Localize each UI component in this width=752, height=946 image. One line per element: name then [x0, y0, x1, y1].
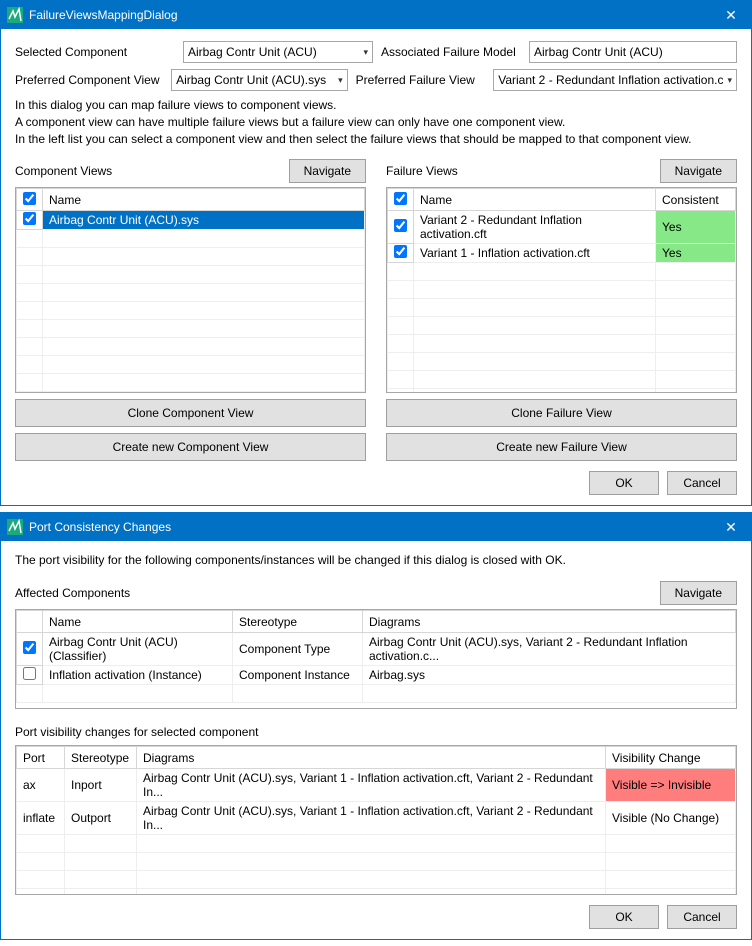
- titlebar[interactable]: Port Consistency Changes ✕: [1, 513, 751, 541]
- associated-failure-model-field[interactable]: Airbag Contr Unit (ACU): [529, 41, 737, 63]
- name-header[interactable]: Name: [414, 189, 656, 211]
- affected-components-label: Affected Components: [15, 586, 660, 600]
- app-icon: [7, 519, 23, 535]
- cancel-button[interactable]: Cancel: [667, 471, 737, 495]
- clone-component-view-button[interactable]: Clone Component View: [15, 399, 366, 427]
- row-checkbox[interactable]: [23, 641, 36, 654]
- navigate-button[interactable]: Navigate: [660, 159, 737, 183]
- table-row[interactable]: Airbag Contr Unit (ACU) (Classifier) Com…: [17, 633, 736, 666]
- row-checkbox[interactable]: [394, 219, 407, 232]
- diagrams-header[interactable]: Diagrams: [363, 611, 736, 633]
- affected-components-table[interactable]: Name Stereotype Diagrams Airbag Contr Un…: [15, 609, 737, 709]
- stereotype-header[interactable]: Stereotype: [233, 611, 363, 633]
- close-icon[interactable]: ✕: [717, 519, 745, 536]
- row-checkbox[interactable]: [394, 245, 407, 258]
- failure-views-label: Failure Views: [386, 164, 660, 178]
- associated-failure-model-label: Associated Failure Model: [381, 45, 521, 59]
- app-icon: [7, 7, 23, 23]
- table-row[interactable]: Variant 2 - Redundant Inflation activati…: [388, 211, 736, 244]
- failure-views-table[interactable]: Name Consistent Variant 2 - Redundant In…: [386, 187, 737, 393]
- selected-component-combo[interactable]: Airbag Contr Unit (ACU)▾: [183, 41, 373, 63]
- port-changes-label: Port visibility changes for selected com…: [15, 725, 737, 739]
- visibility-change-header[interactable]: Visibility Change: [606, 747, 736, 769]
- component-views-table[interactable]: Name Airbag Contr Unit (ACU).sys: [15, 187, 366, 393]
- chevron-down-icon: ▾: [363, 47, 368, 58]
- cancel-button[interactable]: Cancel: [667, 905, 737, 929]
- ok-button[interactable]: OK: [589, 471, 659, 495]
- preferred-component-view-label: Preferred Component View: [15, 73, 163, 87]
- table-row[interactable]: Inflation activation (Instance) Componen…: [17, 666, 736, 685]
- navigate-button[interactable]: Navigate: [289, 159, 366, 183]
- navigate-button[interactable]: Navigate: [660, 581, 737, 605]
- titlebar[interactable]: FailureViewsMappingDialog ✕: [1, 1, 751, 29]
- table-row[interactable]: Airbag Contr Unit (ACU).sys: [17, 211, 365, 230]
- consistent-header[interactable]: Consistent: [656, 189, 736, 211]
- preferred-failure-view-label: Preferred Failure View: [356, 73, 486, 87]
- component-views-label: Component Views: [15, 164, 289, 178]
- clone-failure-view-button[interactable]: Clone Failure View: [386, 399, 737, 427]
- selected-component-label: Selected Component: [15, 45, 175, 59]
- port-header[interactable]: Port: [17, 747, 65, 769]
- chevron-down-icon: ▾: [338, 75, 343, 86]
- port-consistency-changes-dialog: Port Consistency Changes ✕ The port visi…: [0, 512, 752, 940]
- diagrams-header[interactable]: Diagrams: [137, 747, 606, 769]
- preferred-component-view-combo[interactable]: Airbag Contr Unit (ACU).sys▾: [171, 69, 348, 91]
- table-row[interactable]: ax Inport Airbag Contr Unit (ACU).sys, V…: [17, 769, 736, 802]
- intro-text: The port visibility for the following co…: [15, 553, 737, 567]
- chevron-down-icon: ▾: [727, 75, 732, 86]
- create-failure-view-button[interactable]: Create new Failure View: [386, 433, 737, 461]
- dialog-title: FailureViewsMappingDialog: [29, 8, 717, 22]
- close-icon[interactable]: ✕: [717, 7, 745, 24]
- port-visibility-table[interactable]: Port Stereotype Diagrams Visibility Chan…: [15, 745, 737, 895]
- select-all-checkbox[interactable]: [394, 192, 407, 205]
- table-row[interactable]: inflate Outport Airbag Contr Unit (ACU).…: [17, 802, 736, 835]
- row-checkbox[interactable]: [23, 667, 36, 680]
- preferred-failure-view-combo[interactable]: Variant 2 - Redundant Inflation activati…: [493, 69, 737, 91]
- create-component-view-button[interactable]: Create new Component View: [15, 433, 366, 461]
- select-all-checkbox[interactable]: [23, 192, 36, 205]
- dialog-title: Port Consistency Changes: [29, 520, 717, 534]
- name-header[interactable]: Name: [43, 611, 233, 633]
- stereotype-header[interactable]: Stereotype: [65, 747, 137, 769]
- info-text: In this dialog you can map failure views…: [15, 97, 737, 147]
- failure-views-mapping-dialog: FailureViewsMappingDialog ✕ Selected Com…: [0, 0, 752, 506]
- ok-button[interactable]: OK: [589, 905, 659, 929]
- name-header[interactable]: Name: [43, 189, 365, 211]
- row-checkbox[interactable]: [23, 212, 36, 225]
- table-row[interactable]: Variant 1 - Inflation activation.cft Yes: [388, 244, 736, 263]
